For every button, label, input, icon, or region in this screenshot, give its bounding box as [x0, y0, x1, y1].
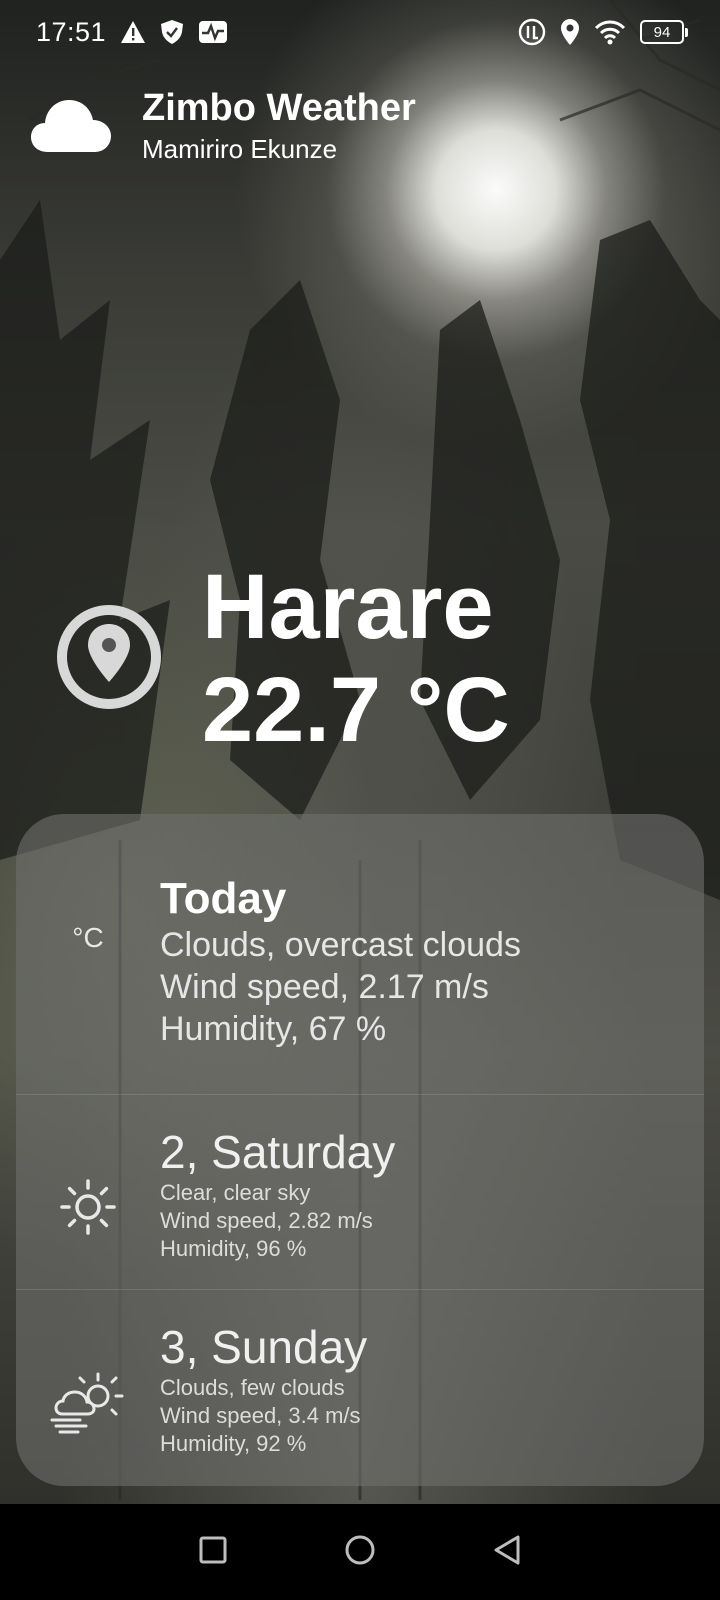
day-humidity: Humidity, 92 %: [160, 1431, 307, 1456]
forecast-card: °C Today Clouds, overcast clouds Wind sp…: [16, 814, 704, 1486]
app-header: Zimbo Weather Mamiriro Ekunze: [30, 87, 416, 165]
day-details: 2, Saturday Clear, clear sky Wind speed,…: [160, 1125, 395, 1289]
activity-icon: [198, 20, 228, 44]
day-wind: Wind speed, 3.4 m/s: [160, 1403, 361, 1428]
battery-level: 94: [653, 23, 671, 41]
day-title: 3, Sunday: [160, 1321, 368, 1373]
status-left: 17:51: [36, 17, 228, 48]
partly-cloudy-windy-icon: [16, 1320, 160, 1484]
recents-button[interactable]: [198, 1535, 228, 1570]
warning-icon: [120, 20, 146, 44]
wifi-icon: [594, 19, 626, 45]
location-icon: [560, 18, 580, 46]
today-icon: °C: [16, 874, 160, 1094]
sun-icon: [16, 1125, 160, 1289]
status-bar: 17:51 94: [0, 0, 720, 64]
today-wind: Wind speed, 2.17 m/s: [160, 968, 489, 1006]
app-title-block: Zimbo Weather Mamiriro Ekunze: [142, 87, 416, 165]
home-button[interactable]: [344, 1534, 376, 1571]
day-condition: Clouds, few clouds: [160, 1375, 345, 1400]
data-icon: [518, 18, 546, 46]
day-details: 3, Sunday Clouds, few clouds Wind speed,…: [160, 1320, 367, 1484]
location-text: Harare 22.7 °C: [202, 556, 510, 762]
current-temperature: 22.7 °C: [202, 659, 510, 762]
city-name: Harare: [202, 556, 494, 658]
day-condition: Clear, clear sky: [160, 1180, 311, 1205]
app-title: Zimbo Weather: [142, 87, 416, 129]
cloud-icon: [30, 94, 112, 159]
status-time: 17:51: [36, 16, 107, 47]
current-location: Harare 22.7 °C: [56, 556, 510, 762]
forecast-day[interactable]: 2, Saturday Clear, clear sky Wind speed,…: [16, 1094, 704, 1289]
navigation-bar: [0, 1504, 720, 1600]
back-button[interactable]: [492, 1534, 522, 1571]
today-title: Today: [160, 874, 287, 923]
today-humidity: Humidity, 67 %: [160, 1010, 387, 1048]
status-right: 94: [518, 18, 688, 46]
forecast-today[interactable]: °C Today Clouds, overcast clouds Wind sp…: [16, 814, 704, 1094]
day-humidity: Humidity, 96 %: [160, 1236, 307, 1261]
app-subtitle: Mamiriro Ekunze: [142, 133, 338, 164]
day-wind: Wind speed, 2.82 m/s: [160, 1208, 373, 1233]
today-details: Today Clouds, overcast clouds Wind speed…: [160, 874, 521, 1094]
day-title: 2, Saturday: [160, 1126, 396, 1178]
celsius-icon: °C: [72, 922, 104, 953]
forecast-day[interactable]: 3, Sunday Clouds, few clouds Wind speed,…: [16, 1289, 704, 1484]
location-pin-icon[interactable]: [56, 604, 162, 715]
shield-icon: [160, 19, 184, 45]
battery-icon: 94: [640, 20, 688, 44]
today-condition: Clouds, overcast clouds: [160, 926, 521, 964]
